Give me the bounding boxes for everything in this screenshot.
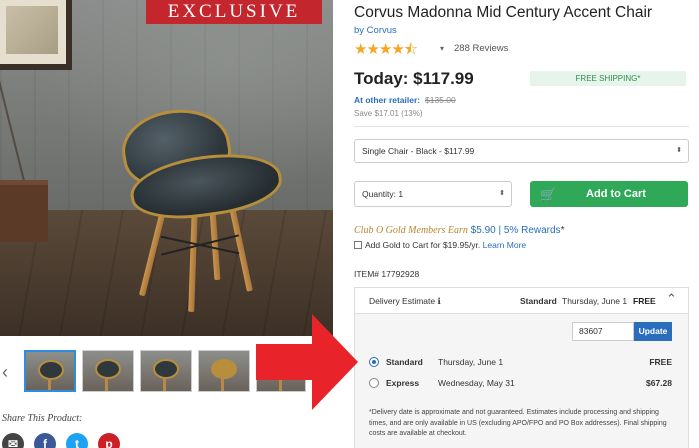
item-number: ITEM# 17792928 bbox=[354, 269, 420, 279]
facebook-icon[interactable]: f bbox=[34, 433, 56, 448]
share-label: Share This Product: bbox=[2, 413, 83, 424]
add-gold-option: Add Gold to Cart for $19.95/yr. Learn Mo… bbox=[354, 240, 526, 250]
club-rewards-link[interactable]: 5% Rewards bbox=[504, 225, 561, 236]
free-shipping-badge: FREE SHIPPING* bbox=[530, 71, 686, 86]
variant-select-value: Single Chair - Black - $117.99 bbox=[362, 146, 475, 156]
delivery-label: Delivery Estimate ℹ bbox=[369, 296, 441, 306]
quantity-select[interactable]: Quantity: 1 ⬍ bbox=[354, 181, 512, 207]
shipping-option-date: Wednesday, May 31 bbox=[438, 378, 515, 388]
add-gold-checkbox[interactable] bbox=[354, 241, 362, 249]
learn-more-link[interactable]: Learn More bbox=[483, 240, 526, 250]
shipping-option-price: FREE bbox=[649, 357, 672, 367]
shipping-option-express[interactable]: Express Wednesday, May 31 $67.28 bbox=[355, 376, 688, 394]
add-to-cart-label: Add to Cart bbox=[586, 188, 646, 200]
thumbnail-3[interactable] bbox=[140, 350, 192, 392]
image-side-table bbox=[0, 180, 48, 242]
radio-standard[interactable] bbox=[369, 357, 379, 367]
delivery-selected-price: FREE bbox=[633, 296, 656, 306]
add-gold-text: Add Gold to Cart for $19.95/yr. bbox=[365, 240, 481, 250]
red-arrow-icon bbox=[256, 314, 358, 410]
thumbnail-1[interactable] bbox=[24, 350, 76, 392]
delivery-note: *Delivery date is approximate and not gu… bbox=[369, 409, 667, 437]
other-retailer-price: $135.00 bbox=[425, 95, 456, 105]
today-price: Today: $117.99 bbox=[354, 69, 474, 88]
star-rating-icon[interactable]: ★★★★⯪ bbox=[354, 39, 418, 64]
savings-text: Save $17.01 (13%) bbox=[354, 109, 423, 118]
thumbnail-4[interactable] bbox=[198, 350, 250, 392]
delivery-estimate-panel: Delivery Estimate ℹ Standard Thursday, J… bbox=[354, 287, 689, 448]
club-separator: | bbox=[495, 225, 504, 236]
reviews-caret-icon[interactable]: ▾ bbox=[440, 44, 444, 53]
club-asterisk: * bbox=[560, 225, 565, 236]
product-title: Corvus Madonna Mid Century Accent Chair bbox=[354, 4, 653, 21]
other-retailer-label[interactable]: At other retailer: bbox=[354, 95, 420, 105]
add-to-cart-button[interactable]: 🛒 Add to Cart bbox=[530, 181, 688, 207]
collapse-caret-icon[interactable]: ⌃ bbox=[666, 291, 677, 307]
exclusive-badge: EXCLUSIVE bbox=[146, 0, 322, 24]
delivery-selected-method: Standard bbox=[520, 296, 557, 306]
select-chevron-icon: ⬍ bbox=[676, 147, 682, 154]
variant-select[interactable]: Single Chair - Black - $117.99 ⬍ bbox=[354, 139, 689, 163]
reviews-link[interactable]: 288 Reviews bbox=[454, 43, 508, 54]
pinterest-icon[interactable]: p bbox=[98, 433, 120, 448]
shipping-option-name: Standard bbox=[386, 357, 423, 367]
delivery-selected-date: Thursday, June 1 bbox=[562, 296, 628, 306]
thumbnail-2[interactable] bbox=[82, 350, 134, 392]
shipping-option-date: Thursday, June 1 bbox=[438, 357, 504, 367]
radio-express[interactable] bbox=[369, 378, 379, 388]
select-chevron-icon: ⬍ bbox=[499, 190, 505, 197]
quantity-select-value: Quantity: 1 bbox=[362, 189, 404, 199]
update-button[interactable]: Update bbox=[634, 322, 672, 341]
product-image[interactable]: EXCLUSIVE bbox=[0, 0, 333, 336]
shipping-option-price: $67.28 bbox=[646, 378, 672, 388]
divider bbox=[354, 126, 689, 127]
twitter-icon[interactable]: t bbox=[66, 433, 88, 448]
delivery-header[interactable]: Delivery Estimate ℹ Standard Thursday, J… bbox=[355, 288, 688, 314]
club-o-rewards: Club O Gold Members Earn $5.90 | 5% Rewa… bbox=[354, 225, 564, 236]
shipping-option-name: Express bbox=[386, 378, 420, 388]
club-members-text: Club O Gold Members Earn bbox=[354, 225, 468, 236]
zip-code-input[interactable]: 83607 bbox=[572, 322, 634, 341]
delivery-body: 83607 Update Standard Thursday, June 1 F… bbox=[355, 314, 688, 448]
brand-link[interactable]: by Corvus bbox=[354, 25, 397, 36]
club-reward-amount[interactable]: $5.90 bbox=[471, 225, 496, 236]
thumbnail-prev-icon[interactable]: ‹ bbox=[2, 362, 8, 383]
email-icon[interactable]: ✉ bbox=[2, 433, 24, 448]
shipping-option-standard[interactable]: Standard Thursday, June 1 FREE bbox=[355, 355, 688, 373]
